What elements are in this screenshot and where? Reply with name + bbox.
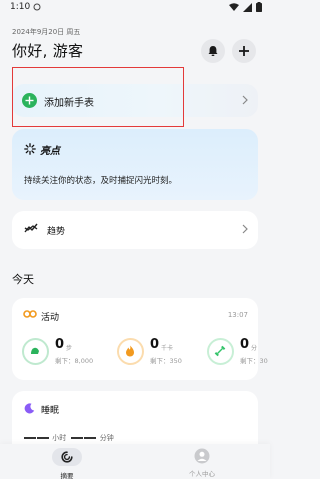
calories-remaining: 剩下：350 (150, 357, 182, 365)
notifications-button[interactable] (201, 39, 225, 63)
trend-label: 趋势 (47, 227, 66, 237)
notification-dot-icon (33, 3, 41, 11)
exercise-ring (207, 338, 234, 365)
steps-icon (31, 347, 39, 354)
dumbbell-icon (214, 345, 226, 357)
minutes-dash (71, 437, 84, 439)
highlights-description: 持续关注你的状态，及时捕捉闪光时刻。 (24, 176, 178, 186)
moon-icon (24, 403, 35, 414)
calories-ring (117, 338, 144, 365)
summary-icon (61, 451, 73, 463)
profile-icon-wrap (172, 448, 232, 464)
highlights-title: 亮点 (40, 146, 60, 157)
add-button[interactable] (232, 39, 256, 63)
signal-icon (243, 2, 252, 12)
nav-profile-label: 个人中心 (189, 470, 215, 478)
status-icons (229, 2, 262, 12)
exercise-value: 0 (240, 337, 250, 352)
trend-card[interactable]: 趋势 (12, 211, 258, 249)
calories-metric[interactable]: 0 千卡 剩下：350 (117, 337, 199, 368)
bottom-nav: 摘要 个人中心 (0, 444, 270, 479)
profile-icon (194, 448, 210, 464)
status-time: 1:10 (10, 2, 31, 12)
nav-summary-label: 摘要 (60, 472, 74, 479)
sleep-card[interactable]: 睡眠 小时 分钟 (12, 391, 258, 451)
today-section-title: 今天 (12, 273, 34, 286)
flame-icon (126, 345, 134, 357)
hours-dash (37, 437, 49, 439)
steps-ring (22, 338, 49, 365)
sparkle-icon (24, 143, 36, 155)
steps-value: 0 (55, 337, 65, 352)
calories-value: 0 (150, 337, 160, 352)
activity-time: 13:07 (227, 311, 248, 319)
exercise-metric[interactable]: 0 分 剩下：30 (207, 337, 268, 368)
highlight-box (12, 67, 184, 127)
plus-icon (239, 46, 249, 56)
exercise-unit: 分 (251, 345, 258, 352)
summary-pill (52, 448, 82, 466)
battery-icon (256, 2, 262, 12)
calories-unit: 千卡 (161, 345, 174, 352)
exercise-remaining: 剩下：30 (240, 357, 268, 365)
activity-title: 活动 (41, 313, 60, 323)
activity-icon (23, 310, 37, 318)
sleep-title: 睡眠 (41, 406, 60, 416)
chevron-right-icon (242, 95, 248, 105)
steps-unit: 步 (66, 345, 73, 352)
steps-metric[interactable]: 0 步 剩下：8,000 (22, 337, 104, 368)
minutes-dash (84, 437, 97, 439)
highlights-card[interactable]: 亮点 持续关注你的状态，及时捕捉闪光时刻。 (12, 129, 258, 200)
bell-icon (208, 46, 218, 56)
trend-icon (24, 223, 38, 233)
activity-card[interactable]: 活动 13:07 0 步 剩下：8,000 0 千卡 剩下：350 0 分 剩下… (12, 298, 268, 380)
nav-profile[interactable]: 个人中心 (172, 448, 232, 478)
wifi-icon (229, 2, 239, 11)
greeting-title: 你好, 游客 (12, 42, 84, 60)
nav-summary[interactable]: 摘要 (37, 448, 97, 479)
sleep-duration: 小时 分钟 (24, 433, 114, 443)
steps-remaining: 剩下：8,000 (55, 357, 94, 365)
sleep-hours-unit: 小时 (52, 434, 67, 442)
date-label: 2024年9月20日 周五 (12, 28, 81, 36)
sleep-minutes-unit: 分钟 (99, 434, 114, 442)
status-bar: 1:10 (0, 0, 270, 16)
chevron-right-icon (242, 224, 248, 234)
hours-dash (24, 437, 36, 439)
